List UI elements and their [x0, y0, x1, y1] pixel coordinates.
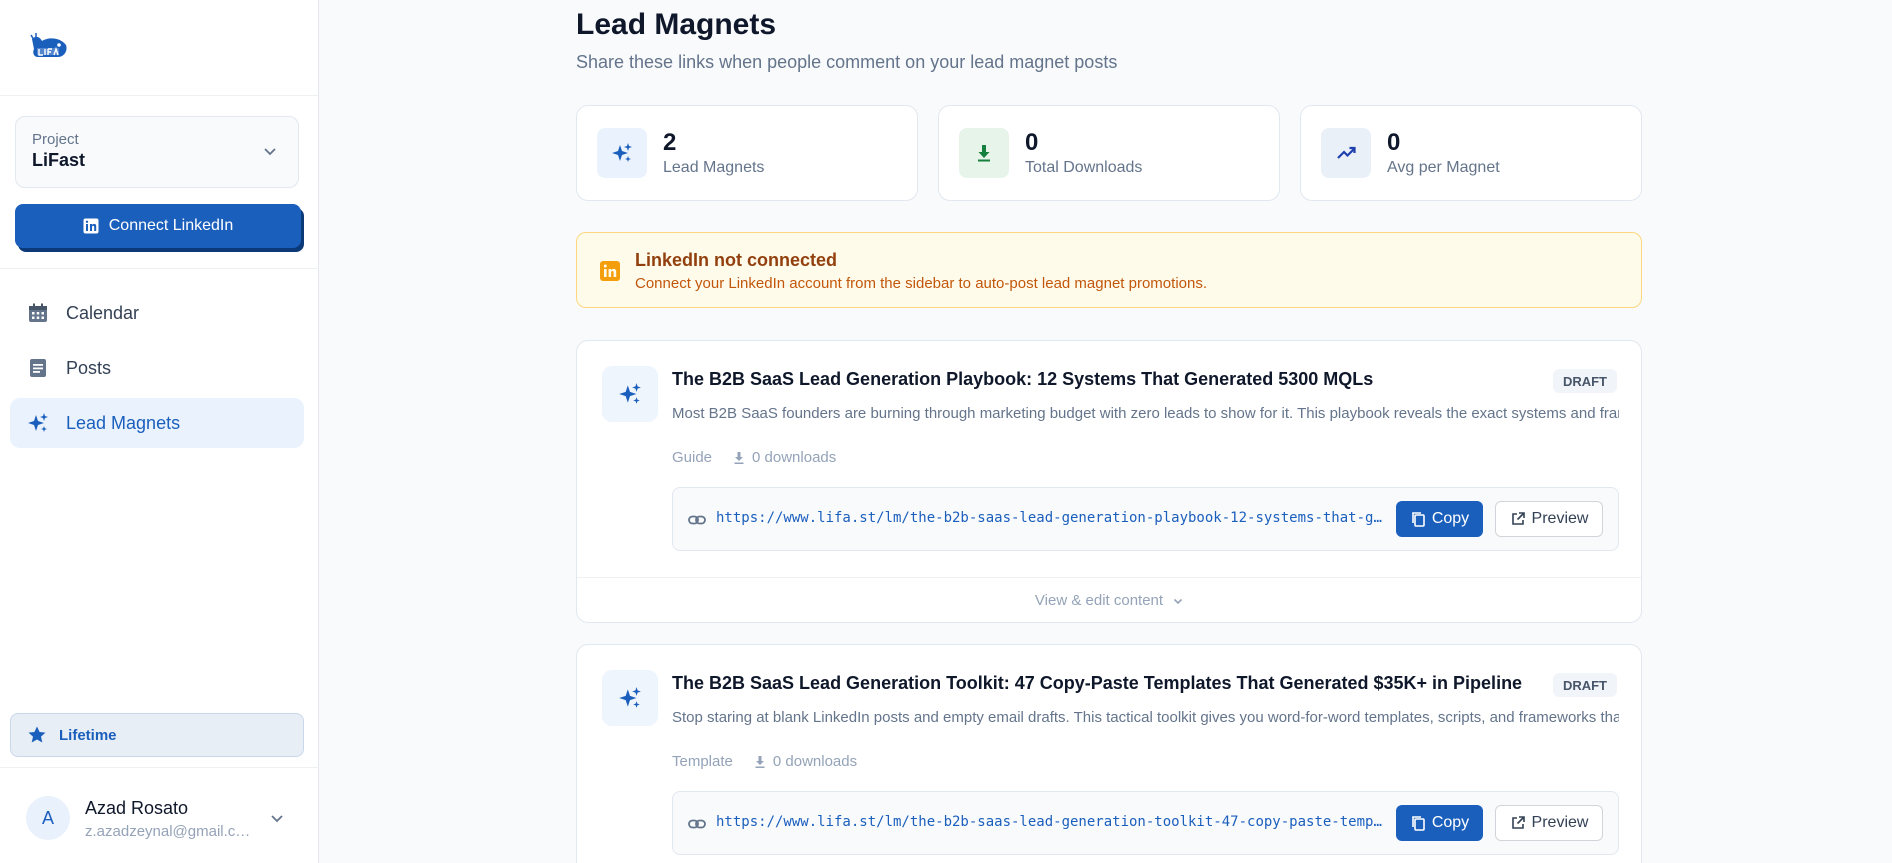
- user-name: Azad Rosato: [85, 798, 189, 818]
- copy-icon: [1412, 816, 1425, 831]
- sidebar-item-label: Lead Magnets: [66, 412, 181, 433]
- sidebar-item-label: Posts: [66, 357, 112, 378]
- chevron-down-icon: [264, 148, 276, 156]
- sidebar-item-calendar[interactable]: Calendar: [10, 288, 304, 338]
- sidebar-divider: [0, 268, 319, 269]
- stats-row: 2 Lead Magnets 0 Total Downloads 0 Avg p…: [576, 105, 1642, 201]
- lead-magnet-title[interactable]: The B2B SaaS Lead Generation Toolkit: 47…: [672, 673, 1522, 694]
- view-edit-content-toggle[interactable]: View & edit content: [577, 577, 1641, 622]
- external-link-icon: [1511, 512, 1525, 525]
- stat-card-total-downloads: 0 Total Downloads: [938, 105, 1280, 201]
- linkedin-icon: [83, 218, 99, 234]
- connect-linkedin-button[interactable]: Connect LinkedIn: [15, 204, 301, 248]
- sparkles-icon: [597, 128, 647, 178]
- copy-icon: [1412, 512, 1425, 527]
- star-icon: [28, 726, 46, 743]
- lead-magnet-meta: Guide 0 downloads: [672, 449, 836, 466]
- stat-value: 0: [1387, 129, 1401, 156]
- project-selector[interactable]: Project LiFast: [15, 116, 299, 188]
- connect-linkedin-label: Connect LinkedIn: [108, 217, 234, 234]
- alert-text: Connect your LinkedIn account from the s…: [635, 275, 1207, 292]
- sparkles-icon: [602, 366, 658, 422]
- sidebar: Project LiFast Connect LinkedIn Calendar…: [0, 0, 319, 863]
- lead-magnet-type: Template: [672, 753, 733, 770]
- lead-magnet-description: Most B2B SaaS founders are burning throu…: [672, 405, 1619, 422]
- share-link-url[interactable]: https://www.lifa.st/lm/the-b2b-saas-lead…: [716, 510, 1386, 526]
- document-icon: [26, 356, 50, 380]
- page-title: Lead Magnets: [576, 8, 777, 41]
- sidebar-item-posts[interactable]: Posts: [10, 343, 304, 393]
- project-label: Project: [32, 131, 79, 148]
- chevron-down-icon: [271, 815, 283, 823]
- download-icon: [734, 451, 744, 464]
- calendar-icon: [26, 301, 50, 325]
- sparkles-icon: [602, 670, 658, 726]
- stat-label: Avg per Magnet: [1387, 159, 1500, 176]
- status-badge: DRAFT: [1552, 369, 1617, 393]
- lead-magnet-meta: Template 0 downloads: [672, 753, 857, 770]
- user-menu[interactable]: A Azad Rosato z.azadzeynal@gmail.com: [0, 767, 319, 863]
- preview-label: Preview: [1531, 510, 1589, 527]
- copy-link-button[interactable]: Copy: [1396, 501, 1483, 537]
- stat-card-lead-magnets: 2 Lead Magnets: [576, 105, 918, 201]
- linkedin-warning-alert: LinkedIn not connected Connect your Link…: [576, 232, 1642, 308]
- sidebar-item-lead-magnets[interactable]: Lead Magnets: [10, 398, 304, 448]
- download-count: 0 downloads: [732, 449, 836, 466]
- stat-value: 2: [663, 129, 677, 156]
- preview-button[interactable]: Preview: [1495, 501, 1603, 537]
- download-count-label: 0 downloads: [772, 753, 858, 770]
- sparkles-icon: [26, 411, 50, 435]
- plan-label: Lifetime: [59, 726, 117, 744]
- stat-label: Lead Magnets: [663, 159, 765, 176]
- link-icon: [688, 819, 706, 829]
- stat-label: Total Downloads: [1025, 159, 1143, 176]
- lead-magnet-description: Stop staring at blank LinkedIn posts and…: [672, 709, 1619, 726]
- copy-label: Copy: [1431, 510, 1470, 527]
- project-name: LiFast: [32, 150, 86, 170]
- lifast-logo-icon[interactable]: [28, 31, 70, 65]
- preview-label: Preview: [1531, 814, 1589, 831]
- sidebar-nav: Calendar Posts Lead Magnets: [10, 288, 304, 453]
- download-count-label: 0 downloads: [752, 449, 837, 466]
- chevron-down-icon: [1173, 598, 1183, 604]
- link-icon: [688, 515, 706, 525]
- share-link-box: https://www.lifa.st/lm/the-b2b-saas-lead…: [672, 791, 1619, 855]
- lead-magnet-title[interactable]: The B2B SaaS Lead Generation Playbook: 1…: [672, 369, 1373, 390]
- copy-link-button[interactable]: Copy: [1396, 805, 1483, 841]
- lead-magnet-type: Guide: [672, 449, 713, 466]
- sidebar-item-label: Calendar: [66, 302, 140, 323]
- user-email: z.azadzeynal@gmail.com: [85, 823, 253, 840]
- avatar: A: [26, 796, 70, 840]
- alert-title: LinkedIn not connected: [635, 250, 838, 270]
- trending-up-icon: [1321, 128, 1371, 178]
- external-link-icon: [1511, 816, 1525, 829]
- status-badge: DRAFT: [1552, 673, 1617, 697]
- share-link-box: https://www.lifa.st/lm/the-b2b-saas-lead…: [672, 487, 1619, 551]
- download-count: 0 downloads: [753, 753, 857, 770]
- view-edit-label: View & edit content: [1034, 592, 1164, 609]
- lead-magnet-card: The B2B SaaS Lead Generation Toolkit: 47…: [576, 644, 1642, 863]
- lead-magnet-card: The B2B SaaS Lead Generation Playbook: 1…: [576, 340, 1642, 623]
- logo-area: [0, 0, 318, 96]
- share-link-url[interactable]: https://www.lifa.st/lm/the-b2b-saas-lead…: [716, 814, 1386, 830]
- download-icon: [755, 755, 765, 768]
- stat-value: 0: [1025, 129, 1039, 156]
- page-subtitle: Share these links when people comment on…: [576, 52, 1118, 72]
- plan-badge[interactable]: Lifetime: [10, 713, 304, 757]
- stat-card-avg-per-magnet: 0 Avg per Magnet: [1300, 105, 1642, 201]
- linkedin-icon: [600, 261, 620, 281]
- copy-label: Copy: [1431, 814, 1470, 831]
- preview-button[interactable]: Preview: [1495, 805, 1603, 841]
- download-icon: [959, 128, 1009, 178]
